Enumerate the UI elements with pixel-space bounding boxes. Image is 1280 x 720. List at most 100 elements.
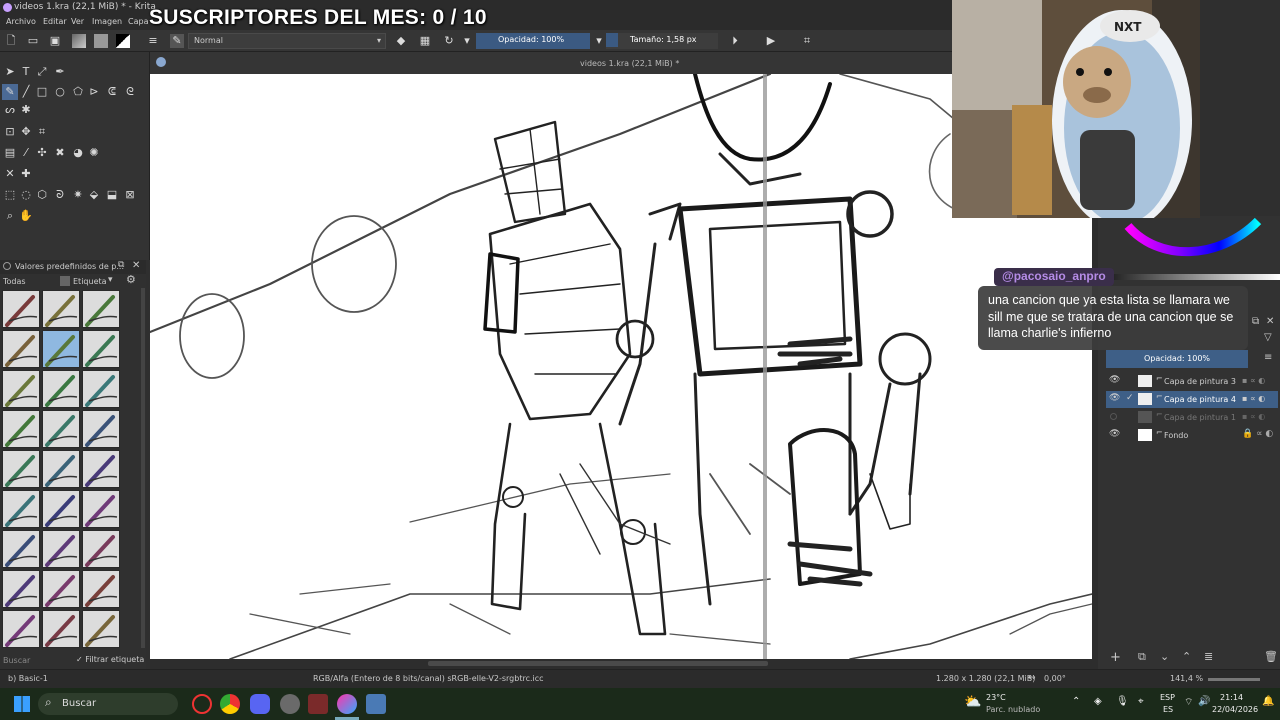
brush-preset[interactable] — [42, 610, 80, 648]
delete-layer-icon[interactable]: 🗑 — [1264, 650, 1278, 663]
move-tool-icon[interactable]: ✥ — [18, 124, 34, 140]
pan-hand-icon[interactable]: ✋ — [18, 208, 34, 224]
fill-tool-icon[interactable]: ◕ — [70, 145, 86, 161]
menu-capa[interactable]: Capa — [128, 17, 148, 26]
weather-icon[interactable]: ⛅ — [964, 694, 981, 710]
rotation-value[interactable]: 0,00° — [1044, 674, 1066, 683]
gradient-tool-icon[interactable]: ▤ — [2, 145, 18, 161]
brush-name[interactable]: b) Basic-1 — [8, 674, 48, 683]
multibrush-icon[interactable]: ✱ — [18, 102, 34, 118]
brush-preset[interactable] — [42, 530, 80, 568]
canvas-horizontal-scrollbar[interactable] — [150, 659, 1092, 669]
brush-preset[interactable] — [42, 290, 80, 328]
duplicate-layer-icon[interactable]: ⧉ — [1138, 650, 1146, 664]
taskbar-search[interactable]: ⌕ Buscar — [38, 693, 178, 715]
brush-preset[interactable] — [2, 450, 40, 488]
discord-icon[interactable] — [250, 694, 270, 714]
open-folder-icon[interactable]: ▭ — [26, 34, 40, 48]
layer-row-selected[interactable]: 👁 ✓ ⌐ Capa de pintura 4 ▪ ∝ ◐ — [1106, 391, 1278, 408]
menu-archivo[interactable]: Archivo — [6, 17, 36, 26]
filter-all-select[interactable]: Todas — [3, 277, 26, 286]
select-shapes-icon[interactable]: ➤ — [2, 64, 18, 80]
presets-scrollbar[interactable] — [141, 288, 145, 648]
zoom-value[interactable]: 141,4 % — [1170, 674, 1203, 683]
brush-preset[interactable] — [42, 410, 80, 448]
krita-taskbar-icon[interactable] — [337, 694, 357, 714]
brush-preset[interactable] — [2, 530, 40, 568]
presets-search-input[interactable]: Buscar — [3, 656, 30, 665]
reload-icon[interactable]: ↻ — [442, 34, 456, 48]
float-docker-icon[interactable]: ⧉ — [118, 260, 124, 270]
freehand-path-icon[interactable]: ᘓ — [122, 84, 138, 100]
tag-select[interactable]: Etiqueta — [73, 277, 107, 286]
freehand-select-icon[interactable]: ᘐ — [52, 187, 68, 203]
menu-ver[interactable]: Ver — [71, 17, 84, 26]
brush-preset[interactable] — [82, 530, 120, 568]
eye-icon[interactable]: 👁 — [1109, 375, 1120, 385]
eye-icon[interactable]: 👁 — [1109, 393, 1120, 403]
ellipse-tool-icon[interactable]: ○ — [52, 84, 68, 100]
brush-preset[interactable] — [42, 330, 80, 368]
layer-properties-icon[interactable]: ≣ — [1204, 650, 1213, 663]
color-swatch-icon[interactable] — [116, 34, 130, 48]
clock-date[interactable]: 22/04/2026 — [1212, 705, 1258, 714]
windows-start-icon[interactable] — [14, 696, 30, 712]
size-slider[interactable]: Tamaño: 1,58 px — [606, 33, 718, 49]
move-down-icon[interactable]: ⌄ — [1160, 650, 1169, 663]
eye-icon[interactable]: 👁 — [1109, 429, 1120, 439]
chevron-down-icon[interactable]: ▾ — [594, 34, 604, 48]
brush-preset[interactable] — [82, 290, 120, 328]
blend-mode-select[interactable]: Normal ▾ — [188, 33, 386, 49]
layer-opacity-slider[interactable]: Opacidad: 100% — [1106, 350, 1248, 368]
language-bottom[interactable]: ES — [1163, 705, 1173, 714]
brush-preset[interactable] — [82, 490, 120, 528]
zoom-slider[interactable] — [1208, 678, 1260, 681]
rectangle-tool-icon[interactable]: □ — [34, 84, 50, 100]
freehand-brush-icon[interactable]: ✎ — [2, 84, 18, 100]
chrome-icon[interactable] — [220, 694, 240, 714]
mirror-vertical-icon[interactable]: ▶ — [764, 34, 778, 48]
brush-preset[interactable] — [82, 610, 120, 648]
rect-select-icon[interactable]: ⬚ — [2, 187, 18, 203]
line-tool-icon[interactable]: ╱ — [18, 84, 34, 100]
drawing-canvas[interactable] — [150, 74, 1092, 659]
layer-flags-icon[interactable]: ▪ ∝ ◐ — [1242, 412, 1265, 421]
microphone-icon[interactable]: 🎙 — [1116, 696, 1129, 707]
color-selector-wheel[interactable] — [1108, 216, 1278, 276]
brush-preset[interactable] — [82, 410, 120, 448]
alpha-lock-icon[interactable]: ▦ — [418, 34, 432, 48]
wifi-icon[interactable]: ⌔ — [1184, 696, 1193, 709]
app-icon[interactable] — [308, 694, 328, 714]
brush-preset-icon[interactable]: ✎ — [170, 34, 184, 48]
ellipse-select-icon[interactable]: ◌ — [18, 187, 34, 203]
tray-app-icon[interactable]: ◈ — [1094, 696, 1102, 707]
float-docker-icon[interactable]: ⧉ — [1252, 316, 1259, 327]
eraser-icon[interactable]: ◆ — [394, 34, 408, 48]
brush-preset[interactable] — [42, 490, 80, 528]
menu-editar[interactable]: Editar — [43, 17, 67, 26]
new-document-icon[interactable]: 🗋 — [4, 34, 18, 48]
layer-flags-icon[interactable]: ▪ ∝ ◐ — [1242, 376, 1265, 385]
chevron-up-icon[interactable]: ⌃ — [1072, 696, 1080, 707]
brush-preset[interactable] — [42, 370, 80, 408]
brush-preset[interactable] — [2, 410, 40, 448]
transform-icon[interactable]: ⌗ — [34, 124, 50, 140]
gradient-icon[interactable] — [72, 34, 86, 48]
pattern-icon[interactable] — [94, 34, 108, 48]
text-tool-icon[interactable]: T — [18, 64, 34, 80]
notifications-icon[interactable]: 🔔 — [1262, 696, 1274, 707]
wrap-around-icon[interactable]: ⌗ — [800, 34, 814, 48]
assistant-tool-icon[interactable]: ✖ — [52, 145, 68, 161]
move-up-icon[interactable]: ⌃ — [1182, 650, 1191, 663]
edit-shapes-icon[interactable]: ⤢ — [34, 64, 50, 80]
opera-icon[interactable] — [192, 694, 212, 714]
crop-icon[interactable]: ⊡ — [2, 124, 18, 140]
vscode-icon[interactable] — [366, 694, 386, 714]
magic-wand-icon[interactable]: ✷ — [70, 187, 86, 203]
magnetic-select-icon[interactable]: ⊠ — [122, 187, 138, 203]
brush-preset[interactable] — [82, 450, 120, 488]
save-icon[interactable]: ▣ — [48, 34, 62, 48]
polygon-select-icon[interactable]: ⬡ — [34, 187, 50, 203]
volume-icon[interactable]: 🔊 — [1198, 696, 1210, 707]
brush-preset[interactable] — [2, 330, 40, 368]
